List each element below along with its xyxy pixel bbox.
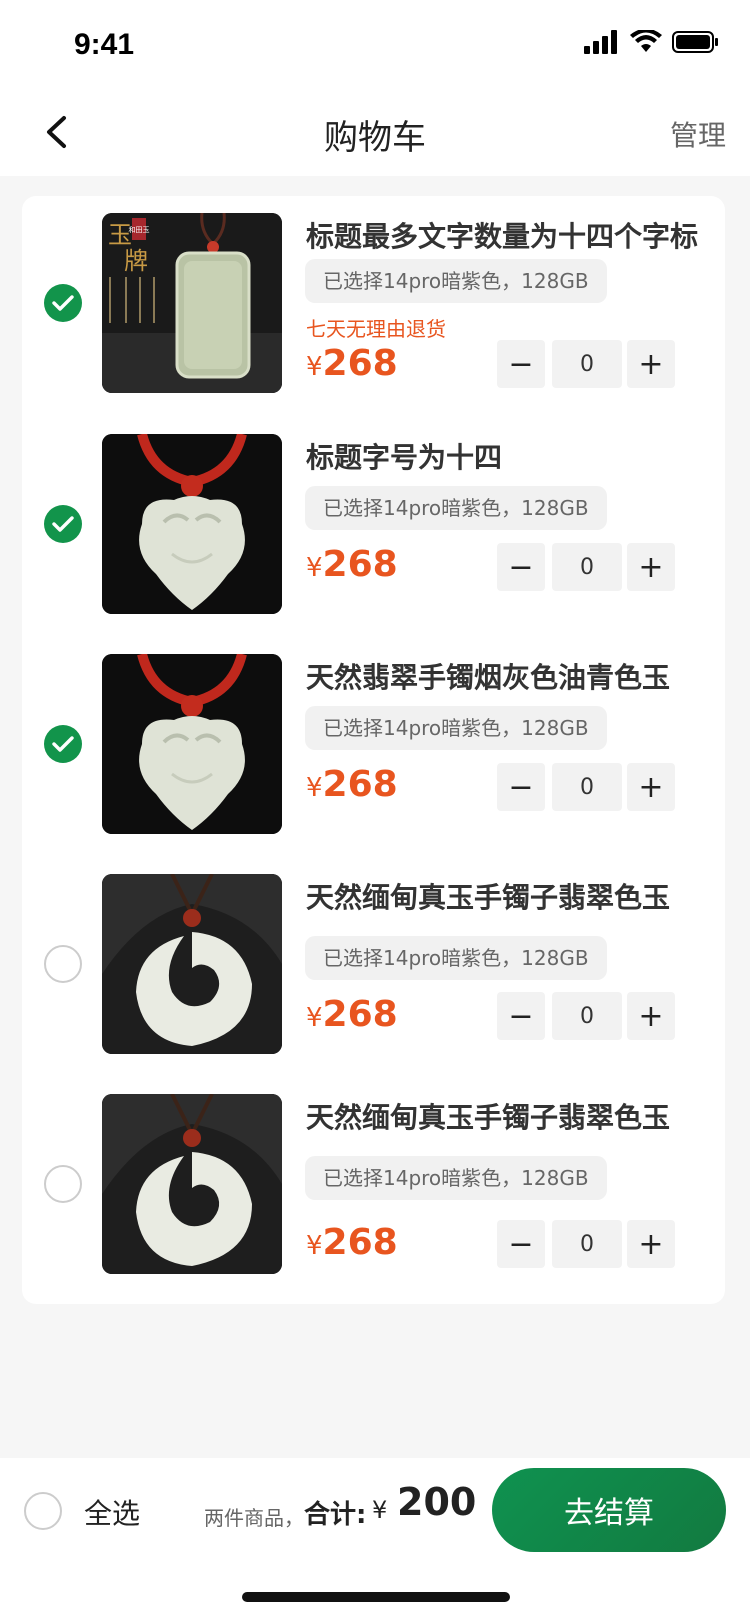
status-time: 9:41 — [74, 28, 135, 61]
price-value: 268 — [322, 343, 398, 384]
price-value: 268 — [322, 764, 398, 805]
item-checkbox[interactable] — [44, 1165, 82, 1203]
quantity-stepper: − 0 + — [497, 763, 675, 811]
quantity-value[interactable]: 0 — [552, 1220, 622, 1268]
product-title[interactable]: 标题字号为十四 — [306, 436, 706, 476]
product-title[interactable]: 标题最多文字数量为十四个字标 — [306, 215, 706, 255]
status-icons — [584, 30, 720, 54]
cart-item: 标题字号为十四 已选择14pro暗紫色，128GB ¥268 − 0 + — [22, 434, 725, 614]
jade-pendant-ruyi-image — [102, 654, 282, 834]
product-title[interactable]: 天然缅甸真玉手镯子翡翠色玉 — [306, 1096, 706, 1136]
product-image[interactable] — [102, 1094, 282, 1274]
thumb-title-text-1: 玉 — [108, 221, 132, 249]
quantity-value[interactable]: 0 — [552, 543, 622, 591]
product-price: ¥268 — [306, 544, 398, 585]
increase-button[interactable]: + — [627, 543, 675, 591]
currency-symbol: ¥ — [306, 1231, 323, 1261]
decrease-button[interactable]: − — [497, 340, 545, 388]
home-indicator — [242, 1592, 510, 1602]
cart-item: 和田玉 玉 牌 标题最多文字数量为十四个字标 已选择14pro暗紫色，128GB… — [22, 213, 725, 393]
product-image[interactable]: 和田玉 玉 牌 — [102, 213, 282, 393]
select-all-label[interactable]: 全选 — [84, 1492, 140, 1532]
price-value: 268 — [322, 994, 398, 1035]
quantity-stepper: − 0 + — [497, 1220, 675, 1268]
currency-symbol: ¥ — [306, 352, 323, 382]
wifi-icon — [630, 30, 662, 52]
decrease-button[interactable]: − — [497, 992, 545, 1040]
jade-pendant-ruyi-image — [102, 434, 282, 614]
battery-icon — [672, 31, 718, 53]
price-value: 268 — [322, 544, 398, 585]
quantity-stepper: − 0 + — [497, 992, 675, 1040]
product-image[interactable] — [102, 874, 282, 1054]
product-image[interactable] — [102, 654, 282, 834]
product-spec[interactable]: 已选择14pro暗紫色，128GB — [305, 706, 607, 750]
total-amount: 200 — [397, 1480, 477, 1524]
nav-bar: 购物车 管理 — [0, 88, 750, 176]
increase-button[interactable]: + — [627, 992, 675, 1040]
quantity-value[interactable]: 0 — [552, 340, 622, 388]
jade-pendant-rectangular-image: 和田玉 玉 牌 — [102, 213, 282, 393]
increase-button[interactable]: + — [627, 763, 675, 811]
item-count-text: 两件商品， — [204, 1506, 304, 1530]
quantity-stepper: − 0 + — [497, 543, 675, 591]
checkout-button[interactable]: 去结算 — [492, 1468, 726, 1552]
decrease-button[interactable]: − — [497, 1220, 545, 1268]
item-checkbox[interactable] — [44, 725, 82, 763]
item-checkbox[interactable] — [44, 505, 82, 543]
product-price: ¥268 — [306, 994, 398, 1035]
check-icon — [52, 516, 74, 532]
increase-button[interactable]: + — [627, 340, 675, 388]
decrease-button[interactable]: − — [497, 763, 545, 811]
page-title: 购物车 — [324, 118, 426, 158]
product-price: ¥268 — [306, 764, 398, 805]
select-all-checkbox[interactable] — [24, 1492, 62, 1530]
status-bar: 9:41 — [0, 0, 750, 88]
decrease-button[interactable]: − — [497, 543, 545, 591]
signal-icon — [584, 30, 617, 54]
currency-symbol: ¥ — [306, 1003, 323, 1033]
cart-list: 和田玉 玉 牌 标题最多文字数量为十四个字标 已选择14pro暗紫色，128GB… — [22, 196, 725, 1304]
product-spec[interactable]: 已选择14pro暗紫色，128GB — [305, 259, 607, 303]
jade-pendant-swirl-image — [102, 1094, 282, 1274]
product-title[interactable]: 天然缅甸真玉手镯子翡翠色玉 — [306, 876, 706, 916]
cart-item: 天然缅甸真玉手镯子翡翠色玉 已选择14pro暗紫色，128GB ¥268 − 0… — [22, 1094, 725, 1274]
cart-item: 天然翡翠手镯烟灰色油青色玉 已选择14pro暗紫色，128GB ¥268 − 0… — [22, 654, 725, 834]
product-spec[interactable]: 已选择14pro暗紫色，128GB — [305, 486, 607, 530]
product-price: ¥268 — [306, 1222, 398, 1263]
increase-button[interactable]: + — [627, 1220, 675, 1268]
check-icon — [52, 295, 74, 311]
currency-symbol: ¥ — [306, 773, 323, 803]
return-policy-tag: 七天无理由退货 — [306, 317, 446, 341]
total-label: 合计: — [304, 1500, 367, 1530]
quantity-value[interactable]: 0 — [552, 992, 622, 1040]
price-value: 268 — [322, 1222, 398, 1263]
item-checkbox[interactable] — [44, 284, 82, 322]
check-icon — [52, 736, 74, 752]
product-price: ¥268 — [306, 343, 398, 384]
quantity-value[interactable]: 0 — [552, 763, 622, 811]
total-currency-symbol: ¥ — [372, 1496, 388, 1524]
product-title[interactable]: 天然翡翠手镯烟灰色油青色玉 — [306, 656, 706, 696]
currency-symbol: ¥ — [306, 553, 323, 583]
jade-pendant-swirl-image — [102, 874, 282, 1054]
thumb-title-text-2: 牌 — [124, 247, 148, 275]
item-checkbox[interactable] — [44, 945, 82, 983]
product-spec[interactable]: 已选择14pro暗紫色，128GB — [305, 936, 607, 980]
quantity-stepper: − 0 + — [497, 340, 675, 388]
product-spec[interactable]: 已选择14pro暗紫色，128GB — [305, 1156, 607, 1200]
cart-item: 天然缅甸真玉手镯子翡翠色玉 已选择14pro暗紫色，128GB ¥268 − 0… — [22, 874, 725, 1054]
manage-button[interactable]: 管理 — [670, 114, 726, 154]
product-image[interactable] — [102, 434, 282, 614]
